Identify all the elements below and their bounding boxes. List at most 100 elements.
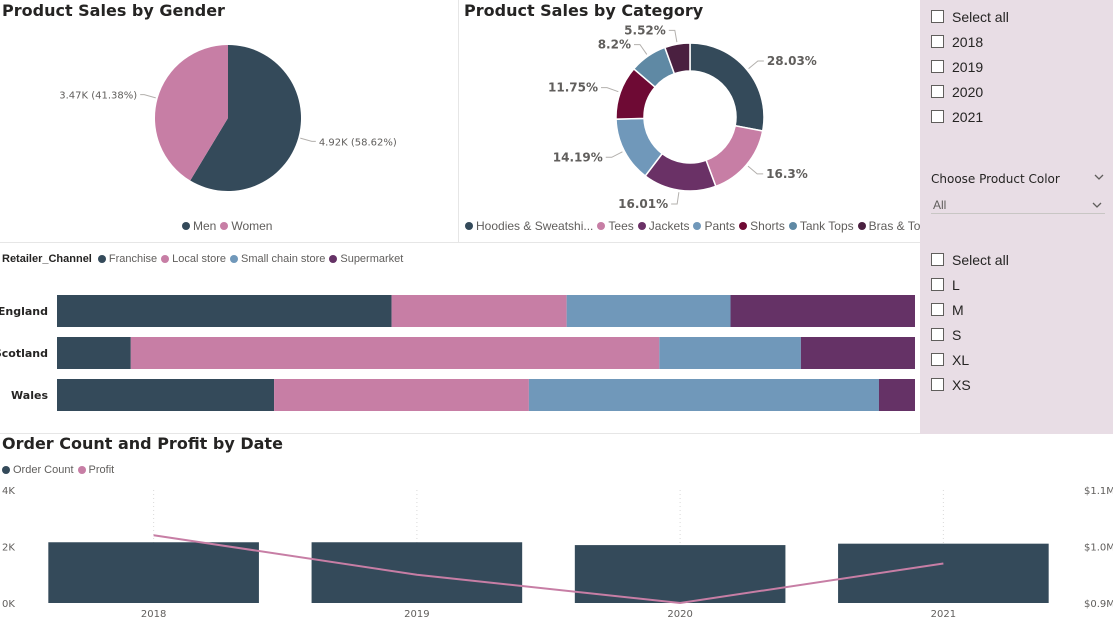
retailer-legend-item[interactable]: Local store: [161, 253, 226, 265]
checkbox-icon[interactable]: [931, 60, 944, 73]
stacked-bar-segment[interactable]: [57, 379, 275, 411]
donut-leader-line: [668, 29, 678, 43]
category-chart-title: Product Sales by Category: [464, 1, 704, 20]
stacked-bar-segment[interactable]: [730, 295, 915, 327]
gender-legend-label: Men: [193, 219, 217, 233]
legend-dot-icon: [161, 255, 170, 263]
checkbox-icon[interactable]: [931, 85, 944, 98]
year-slicer-option[interactable]: Select all: [931, 4, 1113, 29]
stacked-bar-segment[interactable]: [57, 337, 131, 369]
region-axis-label: England: [0, 305, 48, 318]
year-slicer-option-label: 2018: [952, 33, 984, 50]
stacked-bar-segment[interactable]: [274, 379, 529, 411]
checkbox-icon[interactable]: [931, 35, 944, 48]
legend-dot-icon: [182, 222, 190, 230]
legend-dot-icon: [220, 222, 229, 230]
legend-dot-icon: [97, 255, 106, 263]
retailer-bar-chart[interactable]: England Scotland Wales: [0, 285, 920, 415]
checkbox-icon[interactable]: [931, 110, 944, 123]
category-legend-item[interactable]: Shorts: [739, 219, 785, 233]
color-filter-panel: Choose Product Color All: [920, 166, 1113, 242]
checkbox-icon[interactable]: [931, 353, 944, 366]
checkbox-icon[interactable]: [931, 303, 944, 316]
stacked-bar-segment[interactable]: [800, 337, 915, 369]
men-leader-line: [300, 137, 316, 142]
size-slicer-option[interactable]: XS: [931, 372, 1113, 397]
order-legend-item[interactable]: Order Count: [2, 464, 74, 476]
category-legend-item[interactable]: Tees: [597, 219, 634, 233]
legend-dot-icon: [329, 255, 338, 263]
order-legend-label: Profit: [88, 464, 115, 476]
stacked-bar-segment[interactable]: [391, 295, 567, 327]
stacked-bar-segment[interactable]: [566, 295, 731, 327]
divider-middle-horizontal: [0, 242, 920, 243]
checkbox-icon[interactable]: [931, 253, 944, 266]
order-count-bar[interactable]: [838, 543, 1049, 603]
retailer-legend: Retailer_Channel Franchise Local store Sma…: [2, 253, 407, 265]
category-donut-chart[interactable]: 28.03% 16.3% 16.01% 14.19% 11.75% 8.2%5.52%: [459, 24, 920, 214]
size-slicer-option[interactable]: M: [931, 297, 1113, 322]
donut-slice[interactable]: [705, 124, 764, 188]
color-filter-dropdown[interactable]: All: [931, 197, 1105, 214]
year-slicer-option[interactable]: 2021: [931, 104, 1113, 129]
stacked-bar-segment[interactable]: [528, 379, 879, 411]
checkbox-icon[interactable]: [931, 378, 944, 391]
stacked-bar-segment[interactable]: [57, 295, 392, 327]
retailer-legend-item[interactable]: Franchise: [97, 253, 157, 265]
donut-data-label: 14.19%: [553, 150, 603, 164]
category-legend-item[interactable]: Hoodies & Sweatshi...: [465, 219, 593, 233]
legend-dot-icon: [693, 222, 702, 230]
size-slicer-option-label: S: [952, 326, 962, 343]
size-slicer-option[interactable]: Select all: [931, 247, 1113, 272]
checkbox-icon[interactable]: [931, 278, 944, 291]
category-legend-label: Tank Tops: [799, 219, 854, 233]
legend-dot-icon: [77, 466, 86, 474]
year-slicer-option[interactable]: 2018: [931, 29, 1113, 54]
order-legend: Order Count Profit: [2, 464, 118, 476]
order-legend-item[interactable]: Profit: [77, 464, 115, 476]
gender-legend-item[interactable]: Women: [220, 219, 272, 233]
year-slicer-option-label: 2019: [952, 58, 984, 75]
gender-legend-item[interactable]: Men: [182, 219, 216, 233]
gender-pie-chart[interactable]: 4.92K (58.62%) 3.47K (41.38%): [0, 24, 458, 214]
stacked-bar-segment[interactable]: [130, 337, 660, 369]
profit-line[interactable]: [153, 534, 944, 605]
size-slicer-option-label: XS: [952, 376, 971, 393]
year-slicer-option-label: 2021: [952, 108, 984, 125]
stacked-bar-segment[interactable]: [878, 379, 915, 411]
category-legend-label: Hoodies & Sweatshi...: [476, 219, 594, 233]
stacked-bar-segment[interactable]: [659, 337, 801, 369]
chevron-down-icon: [1091, 199, 1103, 214]
legend-dot-icon: [739, 222, 748, 230]
retailer-legend-item[interactable]: Supermarket: [329, 253, 403, 265]
y-axis-tick-label: 0K: [2, 599, 15, 610]
category-legend-label: Shorts: [750, 219, 785, 233]
x-axis-tick-label: 2019: [404, 609, 429, 620]
order-legend-label: Order Count: [13, 464, 74, 476]
year-slicer-option[interactable]: 2020: [931, 79, 1113, 104]
donut-slice[interactable]: [689, 42, 765, 132]
year-slicer-option[interactable]: 2019: [931, 54, 1113, 79]
category-legend-item[interactable]: Pants: [693, 219, 735, 233]
donut-data-label: 11.75%: [548, 81, 598, 95]
size-slicer-option[interactable]: L: [931, 272, 1113, 297]
category-legend-item[interactable]: Jackets: [637, 219, 689, 233]
retailer-legend-item[interactable]: Small chain store: [229, 253, 325, 265]
retailer-legend-label: Local store: [172, 253, 226, 265]
category-legend-item[interactable]: Tank Tops: [788, 219, 854, 233]
gender-legend: Men Women: [182, 219, 276, 233]
collapse-chevron-icon[interactable]: [1093, 170, 1105, 188]
legend-dot-icon: [637, 222, 646, 230]
order-count-bar[interactable]: [48, 542, 259, 603]
checkbox-icon[interactable]: [931, 328, 944, 341]
donut-leader-line: [633, 44, 648, 55]
order-count-bar[interactable]: [311, 542, 523, 603]
size-slicer-option-label: L: [952, 276, 960, 293]
size-slicer-option[interactable]: XL: [931, 347, 1113, 372]
checkbox-icon[interactable]: [931, 10, 944, 23]
legend-dot-icon: [788, 222, 797, 230]
x-axis-tick-label: 2020: [667, 609, 692, 620]
size-slicer-option[interactable]: S: [931, 322, 1113, 347]
order-combo-chart[interactable]: 0K 2K 4K $0.9M $1.0M $1.1M 2018 2019 2020 2021: [0, 480, 1113, 628]
year-slicer-option-label: 2020: [952, 83, 984, 100]
